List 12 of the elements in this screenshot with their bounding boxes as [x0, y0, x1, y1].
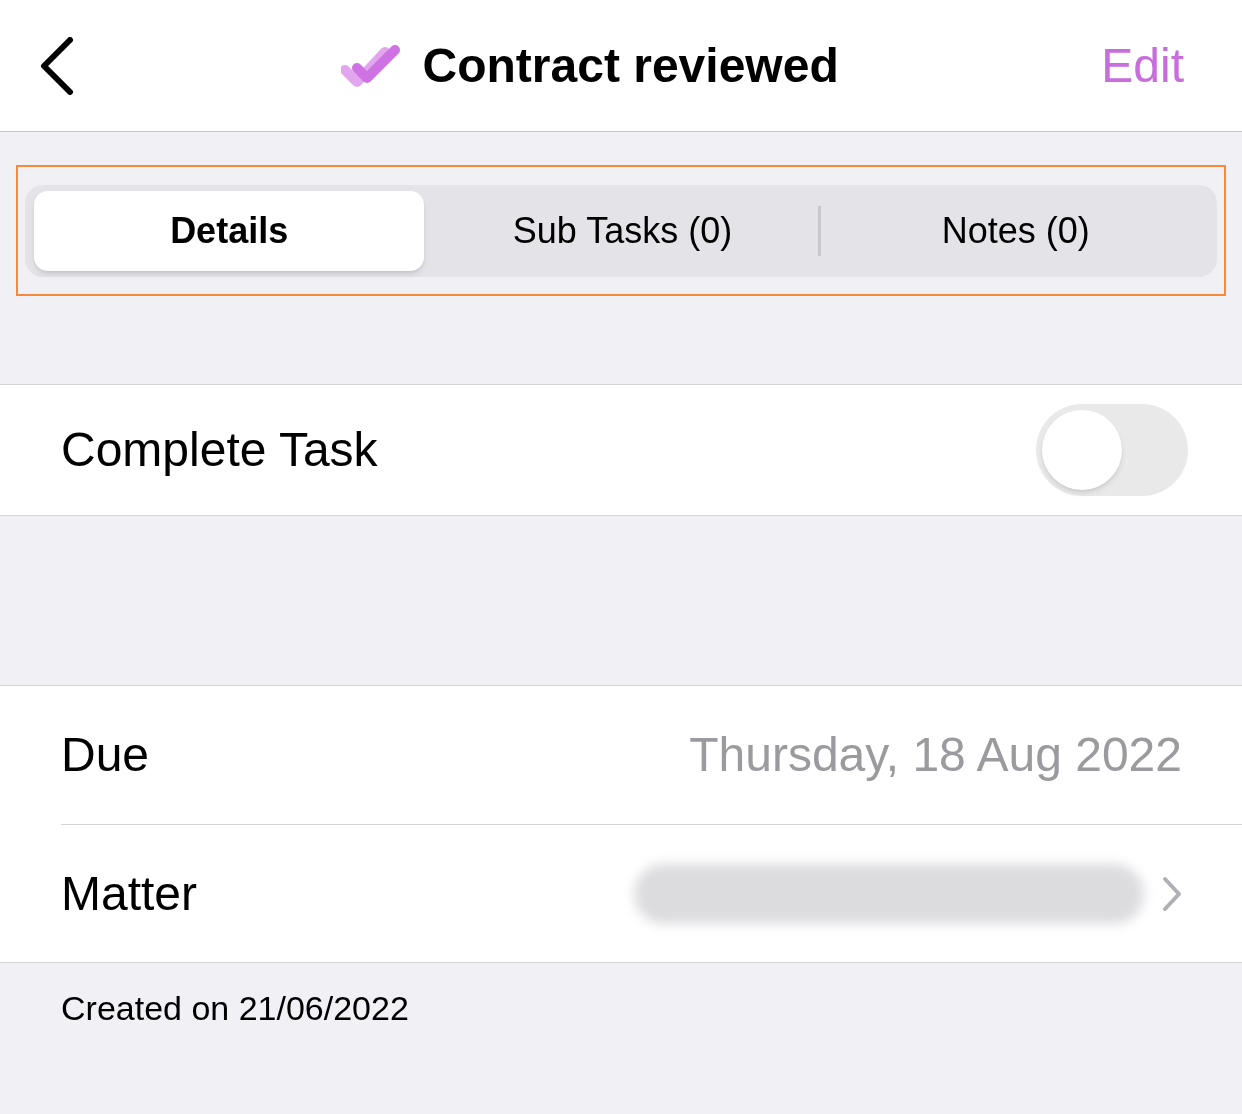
segment-tab[interactable]: Details — [34, 190, 425, 271]
chevron-icon[interactable] — [1162, 875, 1182, 912]
row-label: Due — [61, 727, 151, 783]
segment-tab[interactable]: Sub Tasks (0) — [427, 190, 818, 271]
window-title: Contract reviewed — [422, 37, 839, 94]
row-label: Complete Task — [61, 422, 379, 478]
row-value: Thursday, 18 Aug 2022 — [689, 727, 1182, 783]
segment-tab[interactable]: Notes (0) — [820, 190, 1211, 271]
created-date-text: Created on 21/06/2022 — [61, 989, 409, 1027]
row-label: Matter — [61, 865, 199, 922]
back-icon — [38, 36, 74, 95]
double-check-icon — [340, 43, 403, 88]
